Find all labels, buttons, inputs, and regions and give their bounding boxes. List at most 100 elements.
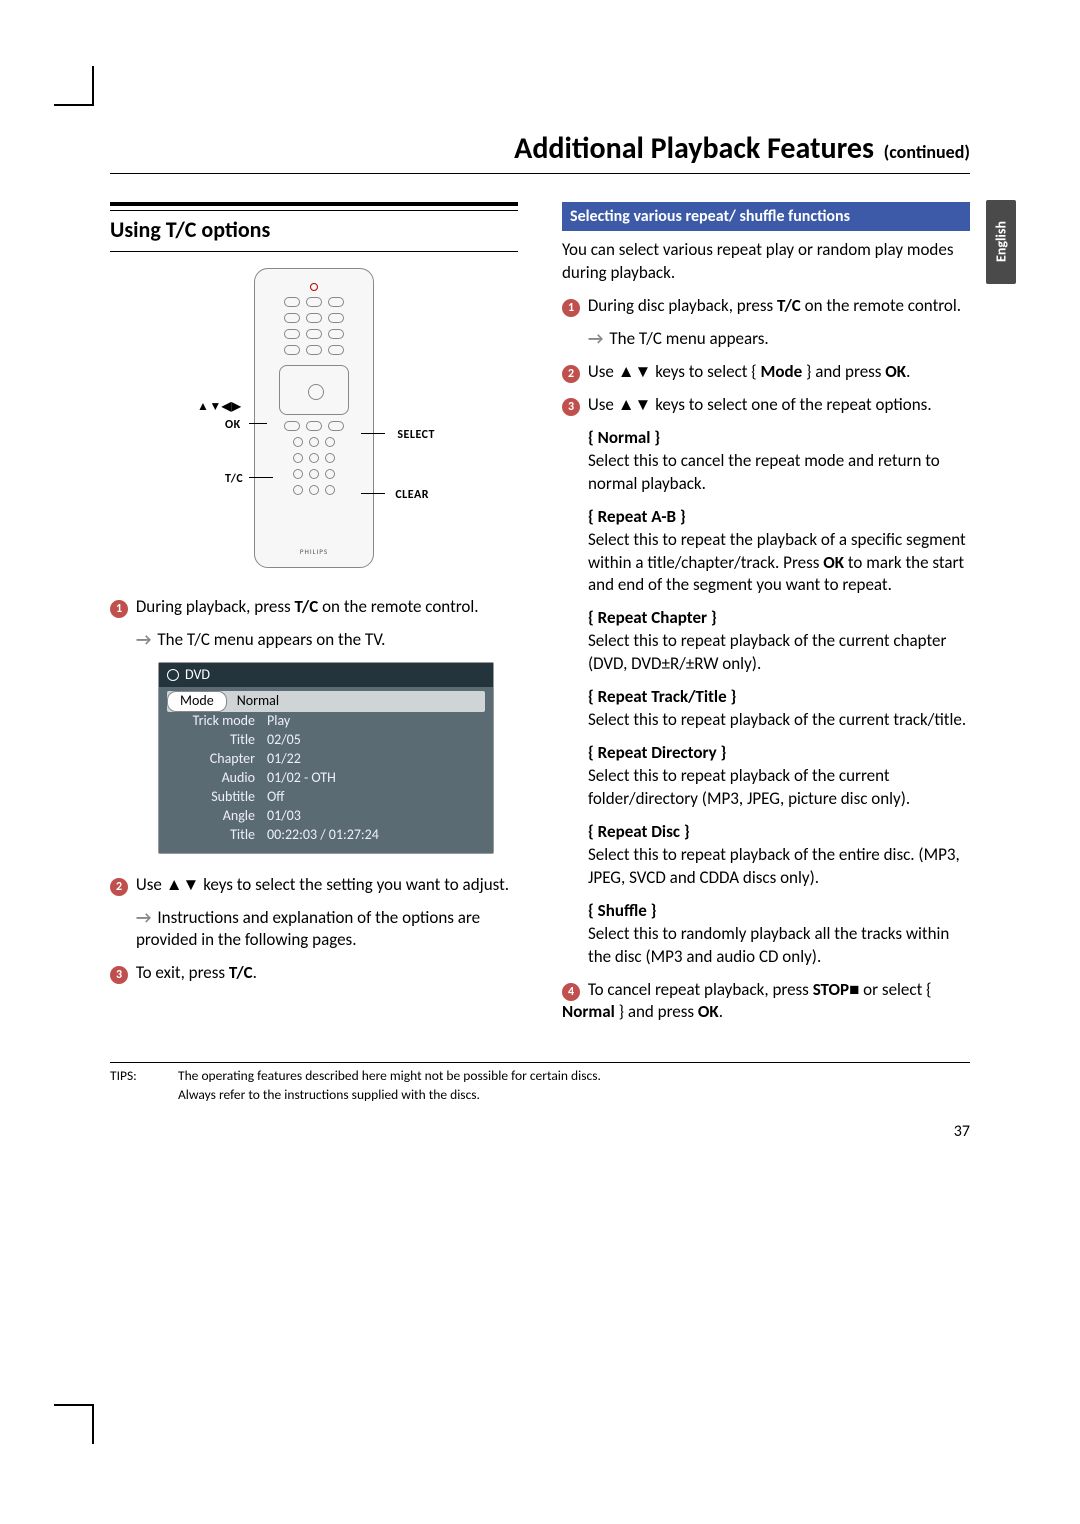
step2-keys: ▲▼	[166, 874, 200, 895]
step-badge-3: 3	[110, 966, 128, 984]
r4-bold2: Normal	[562, 1001, 615, 1022]
osd-val: Play	[267, 712, 290, 731]
osd-val: 01/02 - OTH	[267, 769, 336, 788]
osd-row: Trick modePlay	[167, 712, 485, 731]
opt-disc-b: Select this to repeat playback of the en…	[588, 844, 970, 890]
page-number: 37	[110, 1122, 970, 1141]
r2-keys: ▲▼	[618, 361, 652, 382]
subsection-band: Selecting various repeat/ shuffle functi…	[562, 202, 970, 231]
right-column: Selecting various repeat/ shuffle functi…	[562, 202, 970, 1034]
step-badge-2: 2	[110, 878, 128, 896]
opt-normal-h: { Normal }	[588, 427, 970, 450]
osd-row: Chapter01/22	[167, 750, 485, 769]
callout-line	[249, 423, 267, 424]
crop-mark-bottom-left	[54, 1404, 94, 1444]
left-column: Using T/C options PHILIPS ▲▼◀▶	[110, 202, 518, 1034]
step3-post: .	[253, 962, 257, 983]
r4-ok: OK	[698, 1001, 719, 1022]
step2-post: keys to select the setting you want to a…	[199, 874, 509, 895]
step2-sub: Instructions and explanation of the opti…	[110, 907, 518, 953]
osd-row-mode: Mode Normal	[167, 691, 485, 712]
callout-line	[249, 477, 273, 478]
opt-ab-b: Select this to repeat the playback of a …	[588, 529, 970, 598]
opt-shuf-h: { Shuffle }	[588, 900, 970, 923]
tips-body: The operating features described here mi…	[178, 1067, 970, 1103]
r4-mid: or select {	[859, 979, 931, 1000]
section-heading: Using T/C options	[110, 210, 518, 251]
osd-row: Title00:22:03 / 01:27:24	[167, 826, 485, 845]
opt-tt-h: { Repeat Track/Title }	[588, 686, 970, 709]
page-title-continued: (continued)	[884, 141, 970, 163]
osd-val: 01/22	[267, 750, 301, 769]
osd-title: DVD	[185, 666, 210, 685]
step3-pre: To exit, press	[136, 962, 229, 983]
opt-dir-b: Select this to repeat playback of the cu…	[588, 765, 970, 811]
step1-sub: The T/C menu appears on the TV.	[110, 629, 518, 652]
callout-line	[361, 493, 385, 494]
osd-key: Chapter	[167, 750, 267, 769]
r-step-2: 2 Use ▲▼ keys to select { Mode } and pre…	[562, 361, 970, 384]
page-title-row: Additional Playback Features (continued)	[110, 130, 970, 174]
remote-label-tc: T/C	[225, 471, 243, 487]
r3-post: keys to select one of the repeat options…	[651, 394, 931, 415]
opt-ab-bold: OK	[823, 552, 844, 573]
step1-text-pre: During playback, press	[136, 596, 295, 617]
stop-square-icon: ■	[849, 979, 859, 1000]
osd-val: 00:22:03 / 01:27:24	[267, 826, 379, 845]
osd-row: Angle01/03	[167, 807, 485, 826]
step-1: 1 During playback, press T/C on the remo…	[110, 596, 518, 619]
opt-normal-b: Select this to cancel the repeat mode an…	[588, 450, 970, 496]
opt-tt-b: Select this to repeat playback of the cu…	[588, 709, 970, 732]
step1-text-post: on the remote control.	[318, 596, 478, 617]
osd-row: Title02/05	[167, 731, 485, 750]
remote-body: PHILIPS ▲▼◀▶ OK T/C SELECT CLEAR	[254, 268, 374, 568]
osd-row: Audio01/02 - OTH	[167, 769, 485, 788]
tips-line2: Always refer to the instructions supplie…	[178, 1086, 970, 1104]
r-step-3: 3 Use ▲▼ keys to select one of the repea…	[562, 394, 970, 417]
r1-pre: During disc playback, press	[588, 295, 777, 316]
step-3: 3 To exit, press T/C.	[110, 962, 518, 985]
remote-label-arrows: ▲▼◀▶	[197, 399, 241, 415]
r2-post: } and press	[802, 361, 885, 382]
remote-nav-pad	[279, 365, 349, 415]
tips-label: TIPS:	[110, 1067, 162, 1103]
remote-brand: PHILIPS	[300, 547, 328, 556]
remote-label-select: SELECT	[397, 427, 435, 443]
page-content: Additional Playback Features (continued)…	[0, 0, 1080, 1201]
osd-key: Angle	[167, 807, 267, 826]
tips-row: TIPS: The operating features described h…	[110, 1062, 970, 1103]
disc-icon	[167, 669, 179, 681]
r4-end: .	[719, 1001, 723, 1022]
opt-ch-b: Select this to repeat playback of the cu…	[588, 630, 970, 676]
osd-panel: DVD Mode Normal Trick modePlay Title02/0…	[158, 662, 494, 854]
step2-pre: Use	[136, 874, 166, 895]
osd-body: Mode Normal Trick modePlay Title02/05 Ch…	[159, 687, 493, 852]
r2-ok: OK	[885, 361, 906, 382]
osd-key: Subtitle	[167, 788, 267, 807]
remote-label-clear: CLEAR	[395, 487, 429, 503]
step1-bold: T/C	[295, 596, 319, 617]
step-badge-4: 4	[562, 983, 580, 1001]
opt-ab-h: { Repeat A-B }	[588, 506, 970, 529]
step-2: 2 Use ▲▼ keys to select the setting you …	[110, 874, 518, 897]
r2-end: .	[906, 361, 910, 382]
osd-title-bar: DVD	[159, 663, 493, 688]
remote-led-icon	[310, 283, 318, 291]
r4-bold: STOP	[813, 979, 849, 1000]
section-heading-wrap: Using T/C options	[110, 202, 518, 252]
step-badge-1: 1	[562, 299, 580, 317]
opt-disc-h: { Repeat Disc }	[588, 821, 970, 844]
osd-val: Off	[267, 788, 284, 807]
r-step-4: 4 To cancel repeat playback, press STOP■…	[562, 979, 970, 1025]
osd-val: 02/05	[267, 731, 301, 750]
r3-keys: ▲▼	[618, 394, 652, 415]
r4-mid2: } and press	[615, 1001, 698, 1022]
osd-key: Title	[167, 826, 267, 845]
remote-diagram: PHILIPS ▲▼◀▶ OK T/C SELECT CLEAR	[110, 268, 518, 578]
r1-post: on the remote control.	[801, 295, 961, 316]
opt-shuf-b: Select this to randomly playback all the…	[588, 923, 970, 969]
step3-bold: T/C	[229, 962, 253, 983]
osd-row: SubtitleOff	[167, 788, 485, 807]
r1-sub: The T/C menu appears.	[562, 328, 970, 351]
osd-val: Normal	[237, 692, 279, 711]
